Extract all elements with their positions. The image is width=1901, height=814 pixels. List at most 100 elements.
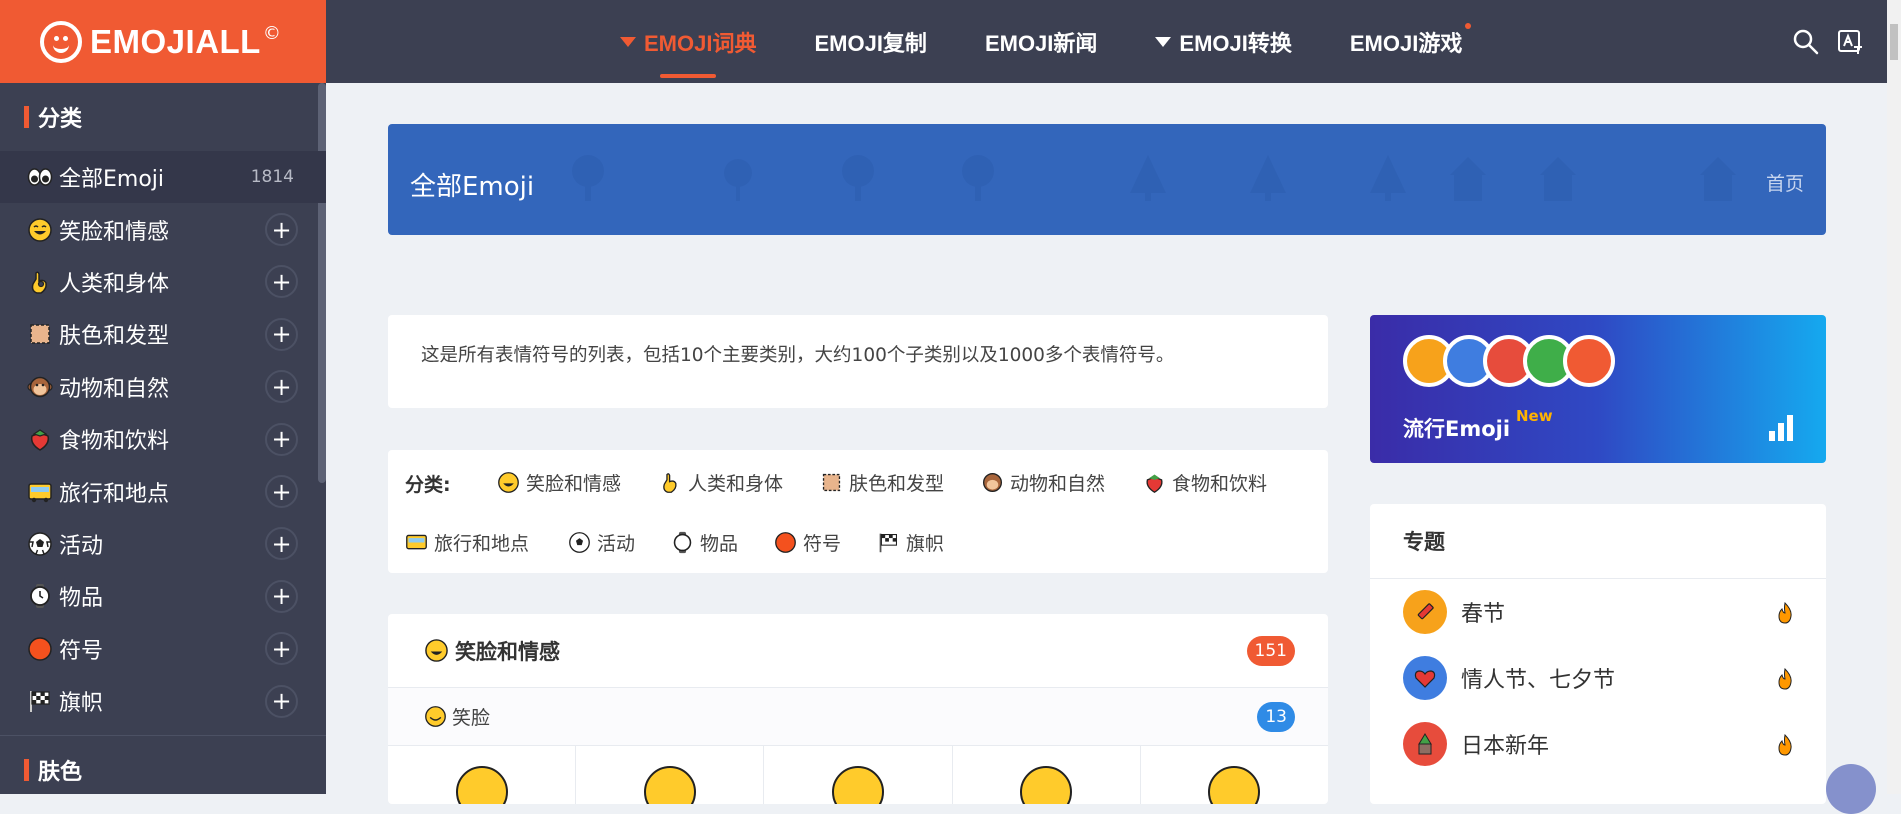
grinning-big-eyes-icon [1020, 766, 1073, 804]
expand-plus-icon[interactable]: + [265, 475, 298, 509]
soccer-ball-icon [28, 532, 52, 556]
nav-label: EMOJI词典 [644, 30, 757, 56]
category-chip-objects[interactable]: 物品 [671, 529, 738, 556]
category-chip-skin-hair[interactable]: 肤色和发型 [820, 469, 944, 496]
grinning-face-icon [425, 639, 448, 662]
sidebar-item-animals[interactable]: 动物和自然 + [0, 361, 326, 413]
expand-plus-icon[interactable]: + [265, 684, 298, 718]
pine-decoration-icon [1403, 722, 1447, 766]
category-chip-smileys[interactable]: 笑脸和情感 [497, 469, 621, 496]
logo-mark: © [262, 23, 281, 44]
sidebar-item-travel[interactable]: 旅行和地点 + [0, 465, 326, 517]
sidebar-heading: 分类 [0, 83, 326, 151]
new-badge: New [1516, 407, 1553, 425]
pine-decoration-icon [1130, 155, 1166, 201]
expand-plus-icon[interactable]: + [265, 422, 298, 456]
sidebar-heading-skin: 肤色 [0, 736, 326, 794]
sidebar-item-flags[interactable]: 旗帜 + [0, 675, 326, 727]
site-logo[interactable]: EMOJIALL © [0, 0, 326, 83]
sidebar-item-label: 笑脸和情感 [59, 219, 170, 245]
category-chip-flags[interactable]: 旗帜 [877, 529, 944, 556]
smiley-logo-icon [40, 20, 82, 63]
expand-plus-icon[interactable]: + [265, 213, 298, 247]
category-chip-symbols[interactable]: 符号 [774, 529, 841, 556]
sidebar-item-label: 全部Emoji [59, 167, 165, 193]
nav-label: EMOJI转换 [1179, 30, 1292, 56]
nav-label: EMOJI游戏 [1349, 30, 1463, 56]
sidebar-item-objects[interactable]: 物品 + [0, 570, 326, 622]
back-to-top-button[interactable] [1826, 764, 1876, 814]
grinning-face-icon [28, 217, 52, 242]
logo-text: EMOJIALL [90, 22, 261, 60]
sidebar-item-all-emoji[interactable]: 全部Emoji 1814 [0, 151, 326, 204]
heart-icon [1403, 656, 1447, 700]
emoji-cell[interactable] [953, 746, 1141, 804]
category-filter-card: 分类: 笑脸和情感 人类和身体 肤色和发型 动物和自然 食物和饮料 旅行和地点 … [388, 450, 1328, 573]
expand-plus-icon[interactable]: + [265, 579, 298, 613]
breadcrumb-home-link[interactable]: 首页 [1766, 169, 1804, 196]
nav-emoji-copy[interactable]: EMOJI复制 [814, 26, 926, 58]
sidebar-item-food[interactable]: 食物和饮料 + [0, 413, 326, 465]
emoji-cell[interactable] [1141, 746, 1328, 804]
nav-emoji-dictionary[interactable]: EMOJI词典 [620, 26, 757, 78]
expand-plus-icon[interactable]: + [265, 317, 298, 351]
sidebar-item-smileys[interactable]: 笑脸和情感 + [0, 203, 326, 255]
sidebar-item-skin-hair[interactable]: 肤色和发型 + [0, 308, 326, 360]
category-chip-label: 符号 [803, 533, 842, 555]
sidebar-heading-label: 分类 [38, 107, 83, 132]
section-title: 笑脸和情感 [455, 639, 560, 664]
eyes-icon [27, 168, 53, 186]
category-chip-animals[interactable]: 动物和自然 [981, 469, 1105, 496]
category-chip-label: 肤色和发型 [849, 473, 945, 495]
bus-icon [406, 534, 427, 550]
sidebar-item-label: 物品 [59, 586, 104, 612]
sidebar-item-symbols[interactable]: 符号 + [0, 623, 326, 675]
strawberry-icon [30, 429, 50, 452]
trending-title: 流行Emoji [1403, 417, 1511, 441]
soccer-ball-icon [569, 532, 590, 553]
category-chip-label: 人类和身体 [688, 473, 784, 495]
emoji-cell[interactable] [388, 746, 577, 804]
nav-emoji-news[interactable]: EMOJI新闻 [985, 26, 1097, 58]
expand-plus-icon[interactable]: + [265, 370, 298, 404]
active-underline [660, 73, 717, 78]
fire-icon [1778, 602, 1792, 624]
pine-decoration-icon [1250, 155, 1286, 201]
emoji-cell[interactable] [576, 746, 765, 804]
nav-label: EMOJI新闻 [984, 30, 1098, 56]
topic-item[interactable]: 情人节、七夕节 [1370, 645, 1826, 711]
translate-icon[interactable] [1836, 28, 1864, 56]
section-header[interactable]: 笑脸和情感 151 [388, 614, 1328, 688]
topics-title: 专题 [1370, 504, 1826, 579]
expand-plus-icon[interactable]: + [265, 265, 298, 299]
watch-icon [30, 584, 50, 609]
category-chip-people[interactable]: 人类和身体 [659, 469, 783, 496]
caret-down-icon [620, 36, 636, 47]
category-chip-travel[interactable]: 旅行和地点 [405, 529, 529, 556]
firecracker-icon [1403, 590, 1447, 634]
sidebar-item-label: 旗帜 [59, 691, 104, 717]
trending-emoji-card[interactable]: 流行Emoji New [1370, 315, 1826, 463]
nav-emoji-games[interactable]: EMOJI游戏 [1349, 22, 1472, 58]
nav-emoji-convert[interactable]: EMOJI转换 [1155, 26, 1292, 58]
red-circle-icon [775, 532, 796, 553]
page-scrollbar[interactable] [1887, 0, 1901, 794]
house-decoration-icon [1540, 157, 1576, 201]
house-decoration-icon [1450, 157, 1486, 201]
fire-icon [1778, 734, 1792, 756]
subsection-header[interactable]: 笑脸 13 [388, 688, 1328, 746]
sidebar-heading-label: 肤色 [38, 760, 83, 786]
sidebar-item-people[interactable]: 人类和身体 + [0, 256, 326, 308]
category-chip-label: 旗帜 [906, 533, 945, 555]
category-chip-food[interactable]: 食物和饮料 [1143, 469, 1267, 496]
expand-plus-icon[interactable]: + [265, 632, 298, 666]
search-icon[interactable] [1792, 28, 1820, 56]
topic-item[interactable]: 春节 [1370, 579, 1826, 645]
subsection-count-badge: 13 [1257, 701, 1295, 732]
topic-item[interactable]: 日本新年 [1370, 711, 1826, 777]
expand-plus-icon[interactable]: + [265, 527, 298, 561]
category-chip-activities[interactable]: 活动 [568, 529, 635, 556]
sidebar-item-activities[interactable]: 活动 + [0, 518, 326, 570]
emoji-cell[interactable] [764, 746, 953, 804]
skin-tone-icon [30, 324, 50, 345]
